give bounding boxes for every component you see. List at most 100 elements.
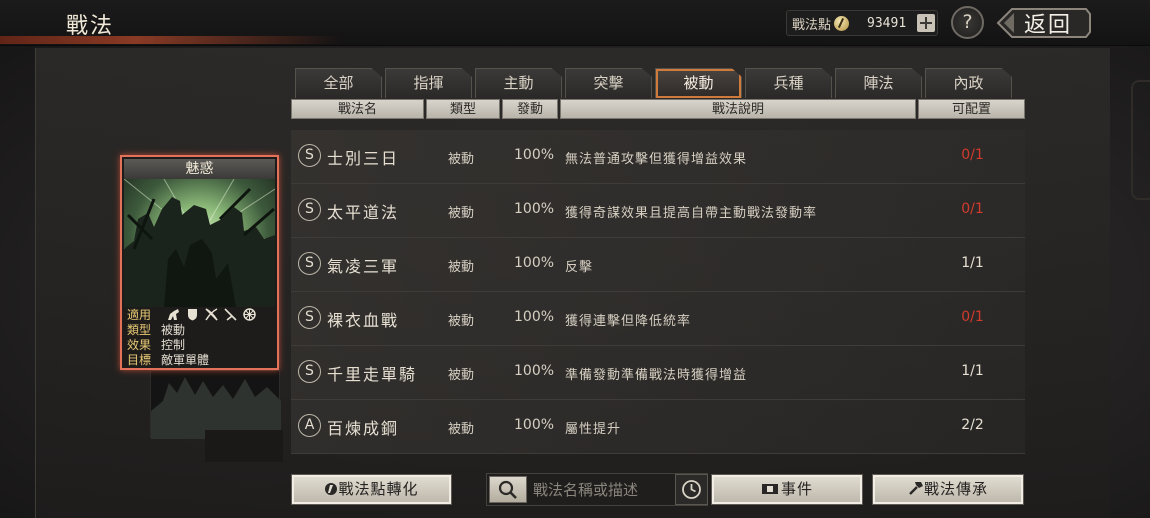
back-label: 返回 xyxy=(1023,13,1072,38)
events-label: 事件 xyxy=(780,480,813,498)
tactic-rate: 100% xyxy=(514,363,555,379)
tactic-rate: 100% xyxy=(514,147,555,163)
hammer-icon xyxy=(909,482,923,495)
inherit-tactic-label: 戰法傳承 xyxy=(923,480,988,498)
type-value: 被動 xyxy=(161,323,186,337)
search-icon xyxy=(498,480,517,499)
tactic-description: 獲得連擊但降低統率 xyxy=(565,314,692,329)
silhouette-art xyxy=(151,377,281,439)
top-bar: 戰法 戰法點 93491 ? 返回 xyxy=(0,0,1150,46)
grade-badge: S xyxy=(298,252,321,275)
unit-icons xyxy=(166,308,257,323)
history-button[interactable] xyxy=(675,474,708,505)
target-label: 目標 xyxy=(127,353,152,367)
card-stack-shadow xyxy=(150,370,281,439)
table-row[interactable]: S 氣凌三軍 被動 100% 反擊 1/1 xyxy=(291,238,1025,292)
tab-troop[interactable]: 兵種 xyxy=(745,68,832,98)
tactic-point-icon xyxy=(834,15,850,31)
tactic-count: 2/2 xyxy=(961,417,984,433)
tactic-point-icon xyxy=(325,483,338,495)
tactic-count: 0/1 xyxy=(961,201,984,217)
scroll-icon xyxy=(761,484,778,494)
tactic-count: 1/1 xyxy=(961,255,984,271)
grade-badge: S xyxy=(298,198,321,221)
tab-assault[interactable]: 突擊 xyxy=(565,68,652,98)
tactic-rate: 100% xyxy=(514,201,555,217)
category-tabs: 全部 指揮 主動 突擊 被動 兵種 陣法 內政 xyxy=(295,68,1015,99)
clock-icon xyxy=(682,480,701,499)
table-row[interactable]: S 士別三日 被動 100% 無法普通攻擊但獲得增益效果 0/1 xyxy=(291,130,1025,184)
grade-badge: S xyxy=(298,306,321,329)
tactic-points-display: 戰法點 93491 xyxy=(786,10,938,36)
tactic-name: 太平道法 xyxy=(327,203,400,222)
tactic-type: 被動 xyxy=(448,368,475,383)
tactic-count: 1/1 xyxy=(961,363,984,379)
tab-domestic[interactable]: 內政 xyxy=(925,68,1012,98)
table-row[interactable]: A 百煉成鋼 被動 100% 屬性提升 2/2 xyxy=(291,400,1025,454)
events-button[interactable]: 事件 xyxy=(711,474,863,505)
tactic-rate: 100% xyxy=(514,255,555,271)
tactic-description: 獲得奇謀效果且提高自帶主動戰法發動率 xyxy=(565,206,818,221)
tactic-description: 準備發動準備戰法時獲得增益 xyxy=(565,368,748,383)
card-artwork xyxy=(124,179,275,307)
tactic-name: 裸衣血戰 xyxy=(327,311,400,330)
tab-all[interactable]: 全部 xyxy=(295,68,382,98)
header-count[interactable]: 可配置 xyxy=(918,99,1025,119)
tactic-rate: 100% xyxy=(514,417,555,433)
shield-icon xyxy=(188,309,197,321)
tactic-name: 千里走單騎 xyxy=(327,365,418,384)
convert-points-button[interactable]: 戰法點轉化 xyxy=(291,474,452,505)
back-button[interactable]: 返回 xyxy=(996,6,1092,40)
grade-badge: S xyxy=(298,144,321,167)
header-name[interactable]: 戰法名 xyxy=(291,99,424,119)
wheel-icon xyxy=(243,308,256,321)
points-label: 戰法點 xyxy=(792,17,832,33)
tactic-type: 被動 xyxy=(448,152,475,167)
cavalry-icon xyxy=(168,309,179,320)
type-label: 類型 xyxy=(127,323,152,337)
tactic-description: 屬性提升 xyxy=(565,422,622,437)
header-rate[interactable]: 發動 xyxy=(502,99,558,119)
table-row[interactable]: S 裸衣血戰 被動 100% 獲得連擊但降低統率 0/1 xyxy=(291,292,1025,346)
header-type[interactable]: 類型 xyxy=(426,99,500,119)
tactic-type: 被動 xyxy=(448,422,475,437)
tactic-type: 被動 xyxy=(448,314,475,329)
tab-active[interactable]: 主動 xyxy=(475,68,562,98)
tab-command[interactable]: 指揮 xyxy=(385,68,472,98)
applies-label: 適用 xyxy=(127,308,152,322)
effect-label: 效果 xyxy=(127,338,152,352)
grade-badge: S xyxy=(298,360,321,383)
search-button[interactable] xyxy=(489,476,527,503)
points-value: 93491 xyxy=(867,15,907,31)
tactic-name: 氣凌三軍 xyxy=(327,257,400,276)
tactic-type: 被動 xyxy=(448,206,475,221)
search-input[interactable] xyxy=(533,479,673,501)
card-info: 適用 類型 被動 效果 控制 目標 敵軍單體 xyxy=(127,308,277,368)
inherit-tactic-button[interactable]: 戰法傳承 xyxy=(872,474,1024,505)
tab-passive[interactable]: 被動 xyxy=(655,68,742,98)
tactics-table: S 士別三日 被動 100% 無法普通攻擊但獲得增益效果 0/1 S 太平道法 … xyxy=(291,130,1025,454)
grade-badge: A xyxy=(298,414,321,437)
tactic-type: 被動 xyxy=(448,260,475,275)
header-description: 戰法說明 xyxy=(560,99,916,119)
crossed-bows-icon xyxy=(205,308,218,321)
tab-formation[interactable]: 陣法 xyxy=(835,68,922,98)
table-row[interactable]: S 太平道法 被動 100% 獲得奇謀效果且提高自帶主動戰法發動率 0/1 xyxy=(291,184,1025,238)
card-stack-shadow-back xyxy=(205,430,283,462)
tactic-count: 0/1 xyxy=(961,309,984,325)
table-row[interactable]: S 千里走單騎 被動 100% 準備發動準備戰法時獲得增益 1/1 xyxy=(291,346,1025,400)
title-glow xyxy=(0,36,340,44)
add-points-button[interactable] xyxy=(917,14,935,32)
warriors-art-icon xyxy=(124,179,275,307)
target-value: 敵軍單體 xyxy=(161,353,210,367)
help-button[interactable]: ? xyxy=(951,6,984,39)
tactic-card[interactable]: 魅惑 適用 類型 被動 效果 控制 目標 敵軍單體 xyxy=(120,155,279,370)
tactic-name: 百煉成鋼 xyxy=(327,419,400,438)
convert-points-label: 戰法點轉化 xyxy=(338,480,419,498)
tactic-description: 無法普通攻擊但獲得增益效果 xyxy=(565,152,748,167)
card-title: 魅惑 xyxy=(124,159,275,179)
spear-icon xyxy=(224,308,237,321)
effect-value: 控制 xyxy=(161,338,186,352)
page-title: 戰法 xyxy=(66,14,115,39)
side-handle xyxy=(1131,80,1150,200)
